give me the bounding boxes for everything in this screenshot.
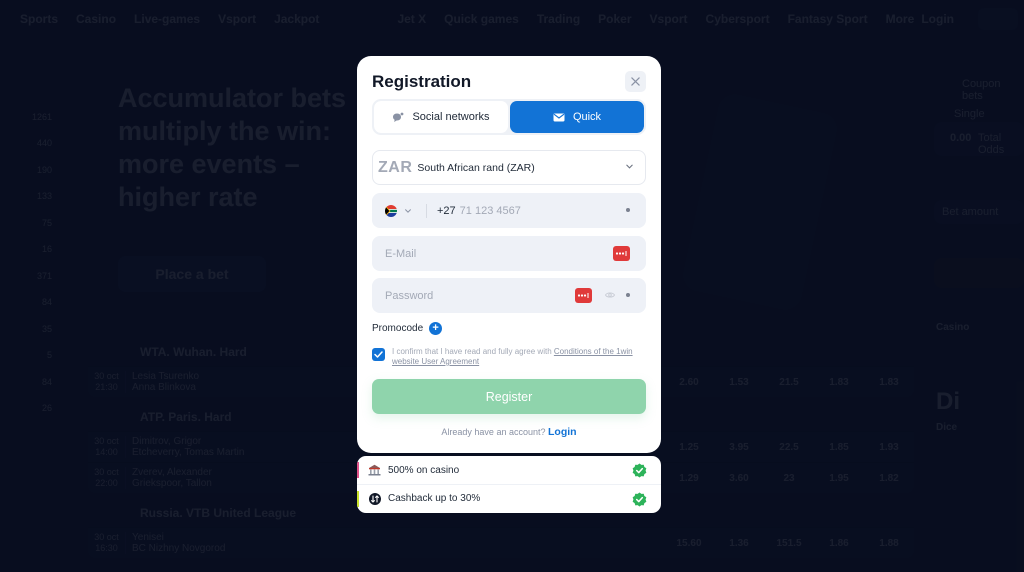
phone-field: +27 bbox=[372, 193, 646, 228]
phone-divider bbox=[426, 203, 427, 218]
close-button[interactable] bbox=[625, 71, 646, 92]
agreement-checkbox[interactable] bbox=[372, 348, 385, 361]
cashback-icon bbox=[368, 492, 381, 505]
required-dot-icon bbox=[626, 293, 630, 297]
currency-select[interactable]: ZAR South African rand (ZAR) bbox=[372, 150, 646, 185]
email-field bbox=[372, 236, 646, 271]
chevron-down-icon bbox=[626, 164, 633, 169]
email-input[interactable] bbox=[385, 247, 585, 260]
registration-tabs: Social networks Quick bbox=[372, 99, 646, 135]
verified-check-icon bbox=[632, 492, 647, 510]
plus-icon[interactable]: + bbox=[429, 322, 443, 335]
have-account-text: Already have an account? bbox=[441, 427, 546, 437]
phone-prefix: +27 bbox=[437, 204, 456, 217]
modal-title: Registration bbox=[372, 72, 472, 91]
promocode-label: Promocode bbox=[372, 323, 424, 334]
bonus-label: Cashback up to 30% bbox=[388, 493, 481, 504]
currency-name: South African rand (ZAR) bbox=[417, 161, 535, 174]
eye-icon[interactable] bbox=[605, 291, 615, 299]
south-africa-flag-icon[interactable] bbox=[385, 204, 397, 217]
tab-quick[interactable]: Quick bbox=[510, 101, 644, 133]
tab-label: Social networks bbox=[412, 111, 490, 123]
checkmark-icon bbox=[374, 351, 383, 358]
password-input[interactable] bbox=[385, 289, 565, 302]
tab-social-networks[interactable]: Social networks bbox=[374, 101, 508, 133]
required-dot-icon bbox=[626, 208, 630, 212]
currency-code: ZAR bbox=[378, 158, 413, 176]
bonus-item: Cashback up to 30% bbox=[357, 484, 661, 512]
tab-label: Quick bbox=[572, 111, 602, 123]
password-manager-icon[interactable] bbox=[613, 246, 630, 261]
login-prompt: Already have an account? Login bbox=[357, 426, 661, 438]
chevron-down-icon[interactable] bbox=[404, 207, 412, 215]
agreement-text-body: I confirm that I have read and fully agr… bbox=[392, 347, 554, 356]
bonus-item: 500% on casino bbox=[357, 456, 661, 484]
registration-modal: Registration Social networks Quick ZAR S… bbox=[357, 56, 661, 453]
bonus-stripe bbox=[357, 491, 359, 507]
bonus-label: 500% on casino bbox=[388, 464, 460, 476]
password-field bbox=[372, 278, 646, 313]
bonus-panel: 500% on casino Cashback up to 30% bbox=[357, 456, 661, 513]
agreement-text: I confirm that I have read and fully agr… bbox=[392, 347, 642, 367]
casino-building-icon bbox=[368, 464, 381, 477]
close-icon bbox=[631, 77, 640, 86]
verified-check-icon bbox=[632, 463, 647, 481]
bonus-stripe bbox=[357, 462, 359, 478]
agreement-row: I confirm that I have read and fully agr… bbox=[372, 347, 642, 367]
register-button[interactable]: Register bbox=[372, 379, 646, 414]
password-manager-icon[interactable] bbox=[575, 288, 592, 303]
chat-bubble-icon bbox=[393, 112, 404, 122]
login-link[interactable]: Login bbox=[548, 426, 577, 438]
envelope-icon bbox=[553, 113, 565, 121]
promocode-toggle[interactable]: Promocode + bbox=[372, 322, 443, 335]
phone-input[interactable] bbox=[459, 204, 600, 217]
